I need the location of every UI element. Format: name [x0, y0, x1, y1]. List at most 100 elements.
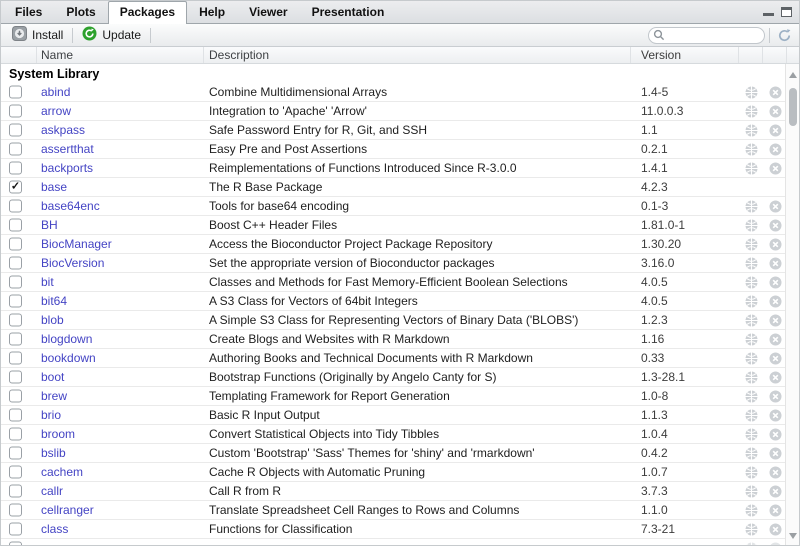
- vertical-scrollbar[interactable]: [785, 64, 799, 545]
- package-name-link[interactable]: brew: [41, 389, 67, 403]
- package-checkbox[interactable]: [9, 105, 22, 118]
- package-checkbox[interactable]: [9, 257, 22, 270]
- globe-icon[interactable]: [745, 466, 758, 479]
- package-checkbox[interactable]: [9, 352, 22, 365]
- package-name-link[interactable]: callr: [41, 484, 63, 498]
- name-column-header[interactable]: Name: [37, 47, 204, 63]
- remove-icon[interactable]: [769, 162, 782, 175]
- tab-files[interactable]: Files: [3, 1, 54, 23]
- package-name-link[interactable]: bookdown: [41, 351, 96, 365]
- remove-icon[interactable]: [769, 333, 782, 346]
- package-checkbox[interactable]: [9, 466, 22, 479]
- tab-presentation[interactable]: Presentation: [300, 1, 397, 23]
- package-name-link[interactable]: blob: [41, 313, 64, 327]
- globe-icon[interactable]: [745, 162, 758, 175]
- package-name-link[interactable]: arrow: [41, 104, 71, 118]
- package-name-link[interactable]: assertthat: [41, 142, 94, 156]
- update-button[interactable]: Update: [76, 25, 147, 45]
- package-checkbox[interactable]: [9, 238, 22, 251]
- package-checkbox[interactable]: [9, 447, 22, 460]
- maximize-icon[interactable]: [781, 7, 792, 17]
- globe-icon[interactable]: [745, 371, 758, 384]
- package-search-box[interactable]: [648, 27, 765, 44]
- package-name-link[interactable]: askpass: [41, 123, 85, 137]
- package-name-link[interactable]: backports: [41, 161, 93, 175]
- package-checkbox[interactable]: [9, 295, 22, 308]
- tab-viewer[interactable]: Viewer: [237, 1, 299, 23]
- remove-icon[interactable]: [769, 352, 782, 365]
- remove-icon[interactable]: [769, 542, 782, 546]
- remove-icon[interactable]: [769, 86, 782, 99]
- globe-icon[interactable]: [745, 485, 758, 498]
- globe-icon[interactable]: [745, 352, 758, 365]
- version-column-header[interactable]: Version: [631, 47, 739, 63]
- remove-icon[interactable]: [769, 466, 782, 479]
- globe-icon[interactable]: [745, 219, 758, 232]
- search-input[interactable]: [665, 29, 755, 41]
- package-name-link[interactable]: base: [41, 180, 67, 194]
- remove-icon[interactable]: [769, 200, 782, 213]
- globe-icon[interactable]: [745, 409, 758, 422]
- remove-icon[interactable]: [769, 428, 782, 441]
- package-checkbox[interactable]: [9, 314, 22, 327]
- description-column-header[interactable]: Description: [204, 47, 631, 63]
- tab-help[interactable]: Help: [187, 1, 237, 23]
- package-checkbox[interactable]: [9, 333, 22, 346]
- package-checkbox[interactable]: [9, 143, 22, 156]
- package-name-link[interactable]: BiocManager: [41, 237, 112, 251]
- remove-icon[interactable]: [769, 371, 782, 384]
- package-name-link[interactable]: bit: [41, 275, 54, 289]
- remove-icon[interactable]: [769, 276, 782, 289]
- package-checkbox[interactable]: [9, 219, 22, 232]
- package-checkbox[interactable]: [9, 409, 22, 422]
- tab-plots[interactable]: Plots: [54, 1, 107, 23]
- remove-icon[interactable]: [769, 447, 782, 460]
- package-checkbox[interactable]: [9, 390, 22, 403]
- package-checkbox[interactable]: [9, 124, 22, 137]
- package-checkbox[interactable]: [9, 542, 22, 546]
- package-name-link[interactable]: BH: [41, 218, 58, 232]
- package-name-link[interactable]: cachem: [41, 465, 83, 479]
- package-checkbox[interactable]: [9, 371, 22, 384]
- package-name-link[interactable]: class: [41, 522, 68, 536]
- globe-icon[interactable]: [745, 105, 758, 118]
- remove-icon[interactable]: [769, 219, 782, 232]
- package-checkbox[interactable]: [9, 428, 22, 441]
- remove-icon[interactable]: [769, 409, 782, 422]
- remove-icon[interactable]: [769, 295, 782, 308]
- package-checkbox[interactable]: [9, 504, 22, 517]
- globe-icon[interactable]: [745, 333, 758, 346]
- package-checkbox[interactable]: [9, 200, 22, 213]
- tab-packages[interactable]: Packages: [108, 1, 187, 24]
- globe-icon[interactable]: [745, 276, 758, 289]
- globe-icon[interactable]: [745, 124, 758, 137]
- package-name-link[interactable]: broom: [41, 427, 75, 441]
- globe-icon[interactable]: [745, 86, 758, 99]
- remove-icon[interactable]: [769, 390, 782, 403]
- globe-icon[interactable]: [745, 523, 758, 536]
- package-name-link[interactable]: bslib: [41, 446, 66, 460]
- package-name-link[interactable]: blogdown: [41, 332, 92, 346]
- globe-icon[interactable]: [745, 143, 758, 156]
- globe-icon[interactable]: [745, 504, 758, 517]
- globe-icon[interactable]: [745, 295, 758, 308]
- package-name-link[interactable]: boot: [41, 370, 64, 384]
- scroll-up-icon[interactable]: [789, 72, 797, 78]
- remove-icon[interactable]: [769, 314, 782, 327]
- globe-icon[interactable]: [745, 238, 758, 251]
- minimize-icon[interactable]: [763, 13, 774, 16]
- package-name-link[interactable]: base64enc: [41, 199, 100, 213]
- refresh-button[interactable]: [774, 25, 794, 45]
- package-name-link[interactable]: cellranger: [41, 503, 94, 517]
- remove-icon[interactable]: [769, 485, 782, 498]
- scrollbar-thumb[interactable]: [789, 88, 797, 126]
- package-checkbox[interactable]: [9, 276, 22, 289]
- globe-icon[interactable]: [745, 200, 758, 213]
- globe-icon[interactable]: [745, 447, 758, 460]
- remove-icon[interactable]: [769, 124, 782, 137]
- globe-icon[interactable]: [745, 428, 758, 441]
- globe-icon[interactable]: [745, 257, 758, 270]
- package-checkbox[interactable]: [9, 162, 22, 175]
- package-name-link[interactable]: bit64: [41, 294, 67, 308]
- install-button[interactable]: Install: [6, 25, 69, 45]
